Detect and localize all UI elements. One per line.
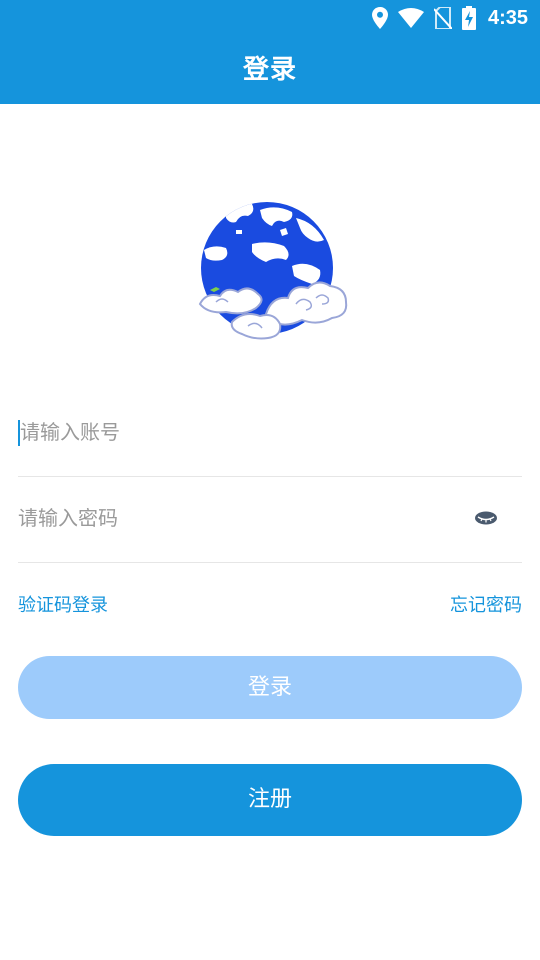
app-header: 4:35 登录 — [0, 0, 540, 104]
location-icon — [371, 7, 388, 29]
no-sim-icon — [433, 7, 452, 29]
register-button[interactable]: 注册 — [18, 764, 522, 836]
status-icons: 4:35 — [371, 6, 528, 30]
status-time: 4:35 — [487, 7, 528, 29]
login-button[interactable]: 登录 — [18, 656, 522, 719]
account-field[interactable] — [18, 390, 522, 477]
eye-closed-icon[interactable] — [474, 506, 498, 530]
battery-charging-icon — [461, 6, 476, 30]
status-bar: 4:35 — [0, 0, 540, 36]
code-login-link[interactable]: 验证码登录 — [18, 592, 108, 620]
password-field[interactable] — [18, 476, 522, 563]
globe-clouds-logo — [196, 200, 352, 344]
wifi-icon — [397, 8, 424, 28]
forgot-password-link[interactable]: 忘记密码 — [450, 592, 522, 620]
password-input[interactable] — [18, 498, 458, 538]
page-title: 登录 — [242, 55, 297, 85]
account-input[interactable] — [20, 412, 460, 452]
